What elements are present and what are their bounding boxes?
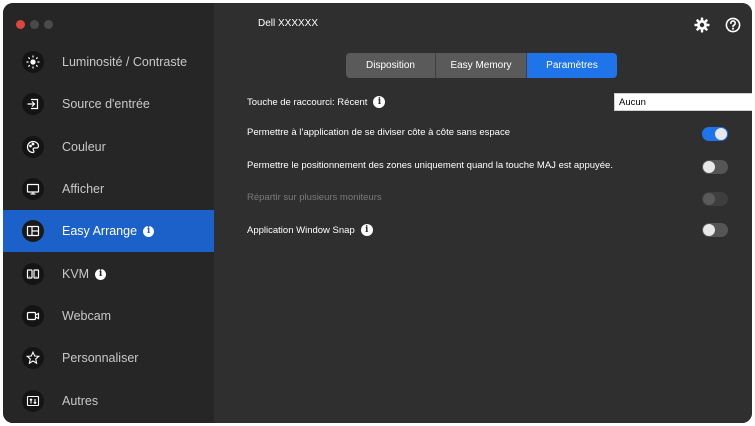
sidebar-item-kvm[interactable]: KVM i: [3, 253, 214, 295]
toggle-knob: [703, 161, 715, 173]
main-panel: Dell XXXXXX Disposition Easy Memory Para…: [214, 3, 752, 423]
tab-bar: Disposition Easy Memory Paramètres: [346, 53, 617, 78]
sidebar-item-label: Personnaliser: [62, 351, 139, 365]
toggle-knob: [715, 128, 727, 140]
info-icon[interactable]: i: [143, 225, 155, 237]
info-icon[interactable]: i: [95, 268, 107, 280]
color-palette-icon: [22, 136, 44, 158]
star-icon: [22, 347, 44, 369]
help-icon[interactable]: [725, 17, 741, 33]
split-row-label: Permettre à l’application de se diviser …: [247, 127, 510, 138]
toggle-knob: [703, 224, 715, 236]
sidebar-item-others[interactable]: Autres: [3, 380, 214, 422]
easy-arrange-icon: [22, 220, 44, 242]
sidebar-item-label: Couleur: [62, 140, 106, 154]
hotkey-row: Touche de raccourci: Récent i: [247, 96, 386, 108]
shift-row-label: Permettre le positionnement des zones un…: [247, 160, 613, 171]
close-window-button[interactable]: [16, 20, 25, 29]
split-toggle[interactable]: [702, 127, 728, 141]
hotkey-field[interactable]: [614, 93, 752, 111]
others-icon: [22, 390, 44, 412]
shift-positioning-toggle[interactable]: [702, 160, 728, 174]
zoom-window-button[interactable]: [44, 20, 53, 29]
gear-icon[interactable]: [694, 17, 710, 33]
sidebar-item-easy-arrange[interactable]: Easy Arrange i: [3, 210, 214, 252]
sidebar-item-label: Source d'entrée: [62, 97, 150, 111]
tab-parametres[interactable]: Paramètres: [527, 53, 617, 78]
hotkey-label: Touche de raccourci: Récent: [247, 96, 368, 108]
multi-monitor-toggle[interactable]: [702, 192, 728, 206]
sidebar-item-label: KVM: [62, 267, 90, 281]
sidebar: Luminosité / Contraste Source d'entrée C…: [3, 3, 214, 423]
toggle-knob: [703, 193, 715, 205]
window-snap-label: Application Window Snap: [247, 224, 355, 236]
sidebar-item-color[interactable]: Couleur: [3, 126, 214, 168]
window-title: Dell XXXXXX: [258, 18, 319, 29]
sidebar-item-input-source[interactable]: Source d'entrée: [3, 83, 214, 125]
input-source-icon: [22, 93, 44, 115]
info-icon[interactable]: i: [360, 224, 373, 236]
sidebar-item-label: Luminosité / Contraste: [62, 55, 188, 69]
sidebar-item-display[interactable]: Afficher: [3, 168, 214, 210]
sidebar-item-label: Webcam: [62, 309, 112, 323]
window-snap-toggle[interactable]: [702, 223, 728, 237]
multi-monitor-row-label: Répartir sur plusieurs moniteurs: [247, 192, 382, 203]
sidebar-item-webcam[interactable]: Webcam: [3, 295, 214, 337]
app-window: Luminosité / Contraste Source d'entrée C…: [3, 3, 752, 423]
brightness-icon: [22, 51, 44, 73]
tab-disposition[interactable]: Disposition: [346, 53, 436, 78]
tab-easy-memory[interactable]: Easy Memory: [436, 53, 527, 78]
info-icon[interactable]: i: [373, 96, 386, 108]
window-snap-row: Application Window Snap i: [247, 224, 373, 236]
sidebar-item-personalize[interactable]: Personnaliser: [3, 337, 214, 379]
webcam-icon: [22, 305, 44, 327]
sidebar-item-label: Autres: [62, 394, 99, 408]
sidebar-item-label: Easy Arrange: [62, 224, 138, 238]
kvm-icon: [22, 263, 44, 285]
sidebar-item-label: Afficher: [62, 182, 105, 196]
sidebar-item-brightness-contrast[interactable]: Luminosité / Contraste: [3, 41, 214, 83]
monitor-icon: [22, 178, 44, 200]
minimize-window-button[interactable]: [30, 20, 39, 29]
